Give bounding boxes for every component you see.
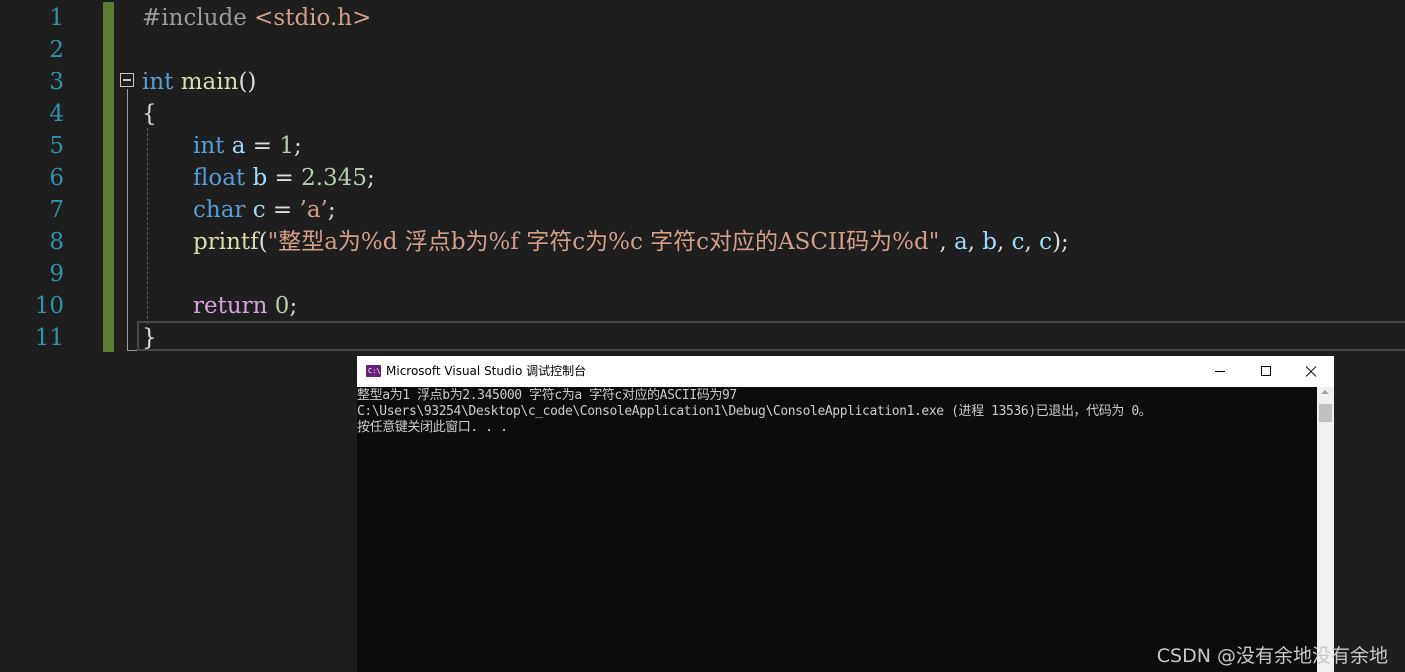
current-line-highlight — [137, 321, 1405, 351]
scroll-up-arrow-icon[interactable] — [1321, 390, 1329, 394]
change-tracking-bar — [103, 2, 114, 352]
code-line-8[interactable]: printf("整型a为%d 浮点b为%f 字符c为%c 字符c对应的ASCII… — [193, 226, 1069, 258]
variable-name: a — [231, 133, 246, 159]
number-literal: 2.345 — [301, 165, 367, 191]
parameter-parens: () — [238, 69, 257, 95]
number-literal: 1 — [279, 133, 294, 159]
line-number-4: 4 — [49, 101, 64, 127]
close-brace: } — [142, 325, 157, 351]
code-line-4[interactable]: { — [142, 98, 157, 130]
open-paren: ( — [258, 229, 268, 255]
assign-operator: = — [267, 165, 302, 191]
console-output[interactable]: 整型a为1 浮点b为2.345000 字符c为a 字符c对应的ASCII码为97… — [357, 387, 1317, 672]
line-number-8: 8 — [49, 229, 64, 255]
line-number-5: 5 — [49, 133, 64, 159]
minimize-button[interactable] — [1197, 356, 1243, 387]
close-paren: ); — [1052, 229, 1069, 255]
variable-name: b — [252, 165, 268, 191]
scroll-thumb[interactable] — [1319, 404, 1332, 422]
code-line-7[interactable]: char c = ’a’; — [193, 194, 336, 226]
line-number-9: 9 — [49, 261, 64, 287]
line-number-3: 3 — [49, 69, 64, 95]
line-number-2: 2 — [49, 37, 64, 63]
code-line-5[interactable]: int a = 1; — [193, 130, 302, 162]
console-scrollbar[interactable] — [1317, 387, 1334, 672]
assign-operator: = — [245, 133, 280, 159]
line-number-10: 10 — [34, 293, 64, 319]
console-titlebar[interactable]: C:\ Microsoft Visual Studio 调试控制台 — [357, 356, 1334, 387]
comma: , — [939, 229, 954, 255]
line-number-6: 6 — [49, 165, 64, 191]
console-title: Microsoft Visual Studio 调试控制台 — [386, 364, 587, 378]
return-type: int — [142, 69, 174, 95]
indent-guide — [147, 128, 148, 324]
console-line-exit: C:\Users\93254\Desktop\c_code\ConsoleApp… — [357, 404, 1152, 419]
semicolon: ; — [289, 293, 298, 319]
argument-c: c — [1039, 229, 1053, 255]
comma: , — [997, 229, 1012, 255]
semicolon: ; — [327, 197, 336, 223]
char-literal: ’a’ — [299, 197, 328, 223]
type-keyword: char — [193, 197, 246, 223]
variable-name: c — [252, 197, 266, 223]
console-line-prompt: 按任意键关闭此窗口. . . — [357, 420, 508, 435]
console-app-icon: C:\ — [366, 365, 381, 377]
function-call-name: printf — [193, 229, 259, 255]
maximize-button[interactable] — [1243, 356, 1289, 387]
argument-b: b — [982, 229, 998, 255]
argument-a: a — [953, 229, 968, 255]
comma: , — [967, 229, 983, 255]
return-keyword: return — [193, 293, 268, 319]
close-button[interactable] — [1288, 356, 1334, 387]
semicolon: ; — [294, 133, 302, 159]
semicolon: ; — [366, 165, 375, 191]
line-number-1: 1 — [49, 5, 64, 31]
console-line-output: 整型a为1 浮点b为2.345000 字符c为a 字符c对应的ASCII码为97 — [357, 388, 737, 403]
code-line-6[interactable]: float b = 2.345; — [193, 162, 375, 194]
comma: , — [1024, 229, 1040, 255]
assign-operator: = — [265, 197, 300, 223]
line-number-11: 11 — [34, 325, 64, 351]
argument-c: c — [1011, 229, 1025, 255]
type-keyword: int — [193, 133, 225, 159]
function-name: main — [180, 69, 239, 95]
code-line-1[interactable]: #include <stdio.h> — [142, 2, 371, 34]
watermark: CSDN @没有余地没有余地 — [1156, 645, 1388, 667]
console-app-icon-text: C:\ — [368, 367, 381, 375]
line-number-7: 7 — [49, 197, 64, 223]
maximize-icon — [1261, 366, 1271, 376]
outline-fold-line — [127, 89, 128, 351]
preprocessor-directive: #include — [142, 5, 247, 31]
minimize-icon — [1215, 371, 1225, 372]
number-literal: 0 — [274, 293, 290, 319]
collapse-icon[interactable] — [120, 73, 134, 87]
code-line-3[interactable]: int main() — [142, 66, 256, 98]
outline-fold-end — [127, 350, 137, 351]
debug-console-window[interactable]: C:\ Microsoft Visual Studio 调试控制台 整型a为1 … — [357, 356, 1334, 672]
code-line-10[interactable]: return 0; — [193, 290, 297, 322]
type-keyword: float — [193, 165, 246, 191]
include-header: <stdio.h> — [254, 5, 372, 31]
format-string: "整型a为%d 浮点b为%f 字符c为%c 字符c对应的ASCII码为%d" — [267, 229, 940, 255]
code-line-11[interactable]: } — [142, 322, 157, 354]
open-brace: { — [142, 101, 157, 127]
